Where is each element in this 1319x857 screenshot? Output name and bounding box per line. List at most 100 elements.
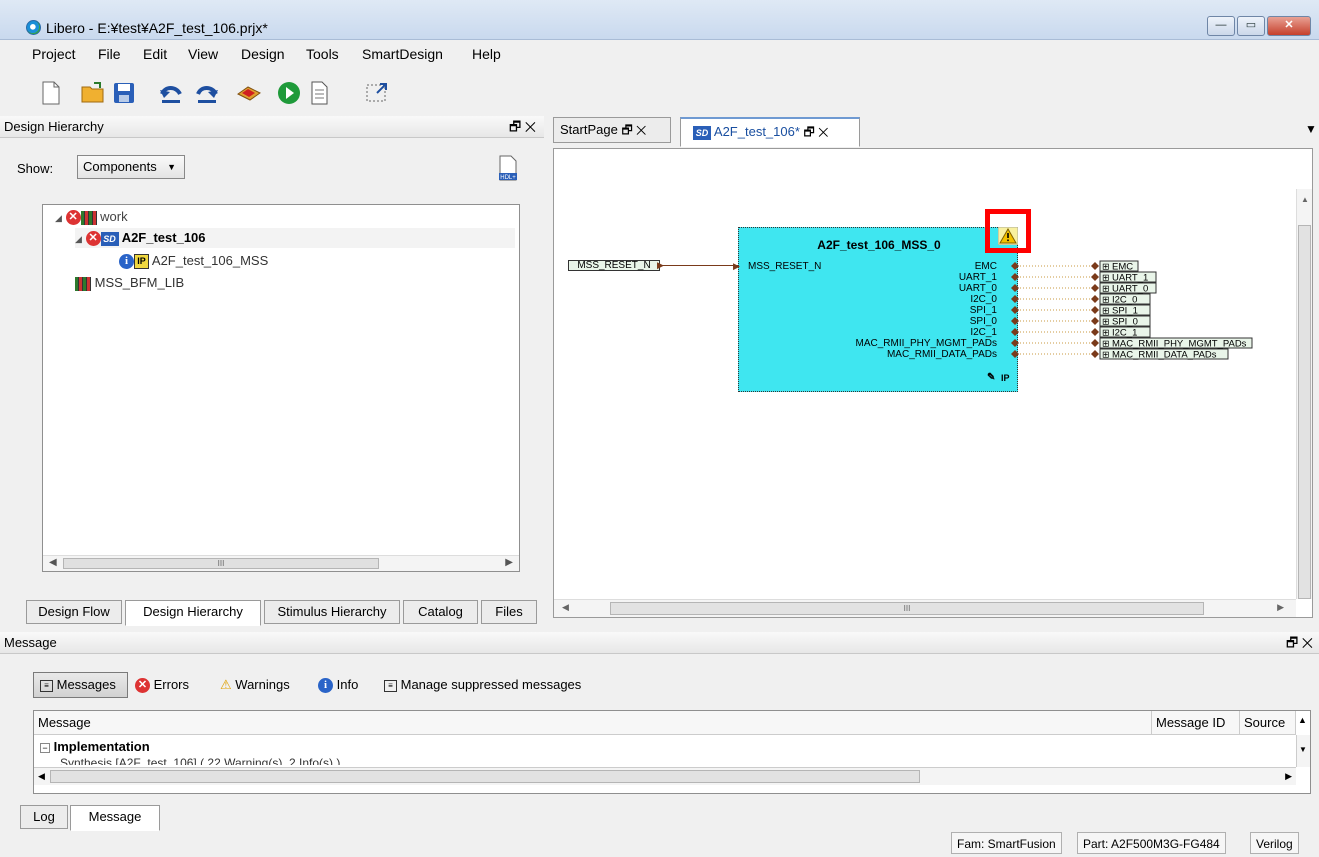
bus-connection[interactable]: ⊞ SPI_0	[1011, 315, 1151, 328]
tab-stimulus-hierarchy[interactable]: Stimulus Hierarchy	[264, 600, 400, 624]
menu-edit[interactable]: Edit	[143, 46, 167, 62]
tab-float-close-icon[interactable]: 🗗 ✕	[804, 125, 829, 139]
bus-connection[interactable]: ⊞ MAC_RMII_PHY_MGMT_PADs	[1011, 337, 1253, 350]
bus-connection[interactable]: ⊞ I2C_1	[1011, 326, 1151, 339]
pin-label: UART_0	[958, 283, 997, 294]
scroll-left-icon[interactable]: ◀	[562, 602, 569, 613]
tab-catalog[interactable]: Catalog	[403, 600, 478, 624]
tab-startpage[interactable]: StartPage 🗗 ✕	[553, 117, 671, 143]
expand-bus-icon: ⊞	[1102, 328, 1110, 338]
collapse-icon[interactable]: −	[40, 742, 50, 753]
scroll-down-icon[interactable]: ▼	[1299, 745, 1307, 754]
undo-icon[interactable]	[158, 80, 184, 106]
messages-filter-label: Messages	[56, 677, 116, 692]
pin-diamond-icon	[1011, 339, 1019, 347]
info-filter-button[interactable]: i Info	[318, 677, 358, 694]
column-header-message[interactable]: Message	[34, 711, 1152, 735]
menu-view[interactable]: View	[188, 46, 218, 62]
bus-connections: ⊞ EMC⊞ UART_1⊞ UART_0⊞ I2C_0⊞ SPI_1⊞ SPI_0⊞ I2C…	[1011, 260, 1253, 361]
fit-window-icon[interactable]	[364, 80, 390, 106]
bus-connection[interactable]: ⊞ MAC_RMII_DATA_PADs	[1011, 348, 1229, 361]
scroll-left-icon[interactable]: ◀	[49, 557, 57, 568]
scroll-left-icon[interactable]: ◀	[38, 771, 45, 782]
bus-connection[interactable]: ⊞ EMC	[1011, 260, 1139, 273]
pin-diamond-icon	[1091, 295, 1099, 303]
menu-help[interactable]: Help	[472, 46, 501, 62]
open-folder-icon[interactable]	[80, 80, 106, 106]
column-header-source[interactable]: Source	[1240, 711, 1296, 735]
sort-up-icon[interactable]: ▲	[1298, 715, 1307, 725]
menu-tools[interactable]: Tools	[306, 46, 339, 62]
pin-diamond-icon	[1091, 273, 1099, 281]
expand-bus-icon: ⊞	[1102, 295, 1110, 305]
errors-filter-button[interactable]: ✕ Errors	[135, 677, 189, 694]
tab-design-flow[interactable]: Design Flow	[26, 600, 122, 624]
scroll-up-icon[interactable]: ▲	[1301, 195, 1309, 204]
tree-node-mss[interactable]: i IP A2F_test_106_MSS	[119, 251, 268, 271]
input-port-mss-reset[interactable]: MSS_RESET_N	[568, 260, 660, 271]
maximize-button[interactable]: ▭	[1237, 16, 1265, 36]
scroll-right-icon[interactable]: ▶	[505, 557, 513, 568]
tab-float-close-icon[interactable]: 🗗 ✕	[621, 123, 646, 137]
tree-scroll-thumb[interactable]: III	[63, 558, 379, 569]
ip-configure-icon[interactable]: ✎	[987, 372, 995, 383]
save-icon[interactable]	[111, 80, 137, 106]
canvas-vertical-scrollbar[interactable]: ▲	[1296, 189, 1312, 599]
new-file-icon[interactable]	[38, 80, 64, 106]
tree-row-implementation[interactable]: − Implementation	[40, 739, 150, 754]
tab-list-menu-icon[interactable]: ▼	[1305, 122, 1317, 136]
program-device-icon[interactable]	[236, 80, 262, 106]
tab-design-hierarchy[interactable]: Design Hierarchy	[125, 600, 261, 626]
bus-connection[interactable]: ⊞ I2C_0	[1011, 293, 1151, 306]
bus-connection[interactable]: ⊞ SPI_1	[1011, 304, 1151, 317]
window-title: Libero - E:¥test¥A2F_test_106.prjx*	[46, 20, 268, 36]
warnings-filter-button[interactable]: ⚠ Warnings	[220, 677, 290, 693]
close-button[interactable]: ✕	[1267, 16, 1311, 36]
show-dropdown[interactable]: Components ▼	[77, 155, 185, 179]
canvas-horizontal-scrollbar[interactable]: ◀ III ▶	[554, 599, 1296, 617]
external-port-label: I2C_1	[1112, 328, 1137, 339]
external-port-label: SPI_1	[1112, 306, 1138, 317]
run-icon[interactable]	[276, 80, 302, 106]
tab-message[interactable]: Message	[70, 805, 160, 831]
tree-horizontal-scrollbar[interactable]: ◀ III ▶	[43, 555, 519, 571]
menu-file[interactable]: File	[98, 46, 121, 62]
hdl-plus-icon[interactable]: HDL+	[497, 155, 519, 181]
message-panel-header: Message 🗗 ✕	[0, 632, 1319, 654]
panel-float-close-icon[interactable]: 🗗 ✕	[509, 116, 536, 138]
minimize-button[interactable]: —	[1207, 16, 1235, 36]
message-horizontal-scrollbar[interactable]: ◀ ▶	[34, 767, 1296, 785]
messages-filter-button[interactable]: ≡ Messages	[33, 672, 128, 698]
menu-smartdesign[interactable]: SmartDesign	[362, 46, 443, 62]
redo-icon[interactable]	[194, 80, 220, 106]
tree-label-work: work	[100, 209, 128, 224]
column-header-message-id[interactable]: Message ID	[1152, 711, 1240, 735]
synthesis-label: Synthesis [A2F_test_106] ( 22 Warning(s)…	[60, 757, 341, 765]
tree-node-lib[interactable]: MSS_BFM_LIB	[75, 273, 184, 293]
manage-suppressed-button[interactable]: ≡ Manage suppressed messages	[384, 677, 581, 692]
bus-connection[interactable]: ⊞ UART_1	[1011, 271, 1157, 284]
expand-triangle-icon[interactable]: ◢	[55, 213, 62, 223]
scroll-right-icon[interactable]: ▶	[1285, 771, 1292, 782]
menu-project[interactable]: Project	[32, 46, 76, 62]
expand-bus-icon: ⊞	[1102, 284, 1110, 294]
tree-node-work[interactable]: ◢ ✕ work	[55, 207, 128, 227]
message-hscroll-thumb[interactable]	[50, 770, 920, 783]
canvas-hscroll-thumb[interactable]: III	[610, 602, 1204, 615]
warning-icon[interactable]	[998, 227, 1018, 245]
tab-files[interactable]: Files	[481, 600, 537, 624]
tab-a2f-test-106[interactable]: SD A2F_test_106* 🗗 ✕	[680, 117, 860, 147]
expand-bus-icon: ⊞	[1102, 306, 1110, 316]
menu-design[interactable]: Design	[241, 46, 285, 62]
tree-row-synthesis[interactable]: Synthesis [A2F_test_106] ( 22 Warning(s)…	[60, 757, 340, 765]
message-vertical-scrollbar[interactable]: ▼	[1296, 735, 1310, 767]
status-language: Verilog	[1250, 832, 1299, 854]
tree-node-design[interactable]: ◢ ✕ SD A2F_test_106	[75, 228, 515, 248]
bus-connection[interactable]: ⊞ UART_0	[1011, 282, 1157, 295]
scroll-right-icon[interactable]: ▶	[1277, 602, 1284, 613]
mss-component-block[interactable]: A2F_test_106_MSS_0 ▶ MSS_RESET_N EMC UAR…	[733, 227, 1018, 392]
tab-log[interactable]: Log	[20, 805, 68, 829]
report-icon[interactable]	[306, 80, 332, 106]
panel-float-close-icon[interactable]: 🗗 ✕	[1286, 632, 1313, 654]
expand-triangle-icon[interactable]: ◢	[75, 234, 82, 244]
